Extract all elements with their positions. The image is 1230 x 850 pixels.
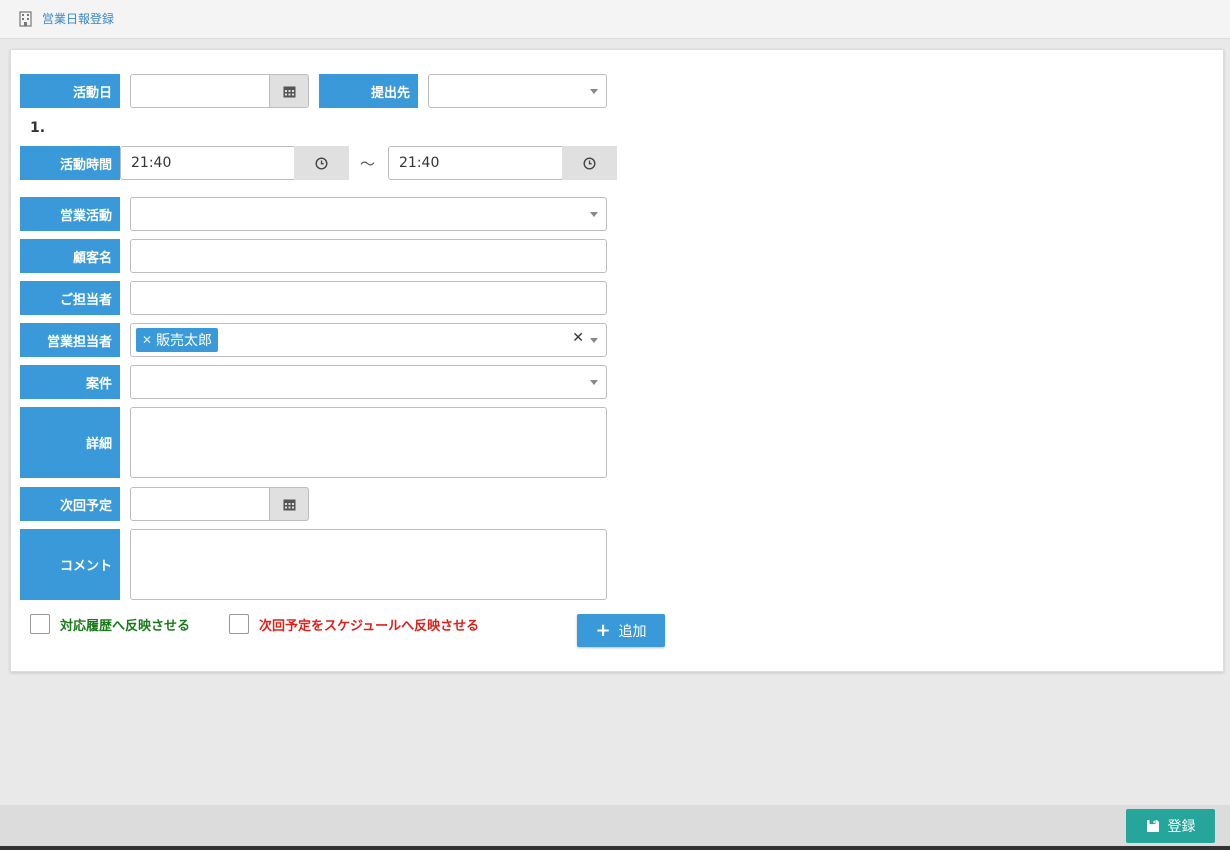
- top-bar: 営業日報登録: [0, 0, 1230, 39]
- reflect-history-label[interactable]: 対応履歴へ反映させる: [60, 615, 190, 634]
- sales-activity-label: 営業活動: [20, 197, 120, 231]
- floppy-disk-icon: [1146, 820, 1159, 832]
- save-button[interactable]: 登録: [1126, 809, 1215, 843]
- footer-bar: [0, 805, 1230, 846]
- calendar-icon: [283, 499, 295, 510]
- activity-date-label: 活動日: [20, 74, 120, 108]
- save-button-label: 登録: [1167, 819, 1196, 835]
- time-separator: ～: [360, 155, 376, 173]
- sales-rep-tag-label: 販売太郎: [156, 333, 213, 349]
- building-icon: [19, 11, 32, 27]
- details-label: 詳細: [20, 407, 120, 478]
- chevron-down-icon: [590, 338, 598, 343]
- submit-to-label: 提出先: [319, 74, 418, 108]
- plus-icon: +: [595, 619, 611, 641]
- reflect-schedule-checkbox[interactable]: [229, 614, 249, 634]
- next-plan-input[interactable]: [130, 487, 270, 521]
- page-title[interactable]: 営業日報登録: [42, 10, 114, 27]
- add-button[interactable]: + 追加: [577, 614, 665, 647]
- reflect-history-checkbox[interactable]: [30, 614, 50, 634]
- clock-icon: [315, 156, 328, 170]
- time-end-input[interactable]: [388, 146, 563, 180]
- time-start-input[interactable]: [120, 146, 295, 180]
- sales-rep-multiselect[interactable]: ✕ 販売太郎 ✕: [130, 323, 607, 357]
- entry-number: 1.: [30, 120, 46, 136]
- clock-icon: [583, 156, 596, 170]
- next-plan-label: 次回予定: [20, 487, 120, 521]
- calendar-icon: [283, 86, 295, 97]
- project-label: 案件: [20, 365, 120, 399]
- next-plan-calendar-button[interactable]: [269, 487, 309, 521]
- chevron-down-icon: [590, 212, 598, 217]
- sales-rep-tag: ✕ 販売太郎: [136, 328, 219, 352]
- add-button-label: 追加: [618, 623, 647, 640]
- contact-person-input[interactable]: [130, 281, 607, 315]
- sales-activity-select[interactable]: [130, 197, 607, 231]
- customer-name-input[interactable]: [130, 239, 607, 273]
- submit-to-select[interactable]: [428, 74, 607, 108]
- time-end-clock-button[interactable]: [562, 146, 617, 180]
- remove-tag-icon[interactable]: ✕: [142, 333, 152, 347]
- contact-person-label: ご担当者: [20, 281, 120, 315]
- comment-label: コメント: [20, 529, 120, 600]
- reflect-schedule-label[interactable]: 次回予定をスケジュールへ反映させる: [259, 615, 479, 634]
- project-select[interactable]: [130, 365, 607, 399]
- clear-icon[interactable]: ✕: [572, 330, 584, 346]
- bottom-edge: [0, 846, 1230, 850]
- activity-time-label: 活動時間: [20, 146, 120, 180]
- chevron-down-icon: [590, 380, 598, 385]
- activity-date-calendar-button[interactable]: [269, 74, 309, 108]
- time-start-clock-button[interactable]: [294, 146, 349, 180]
- comment-textarea[interactable]: [130, 529, 607, 600]
- customer-name-label: 顧客名: [20, 239, 120, 273]
- activity-date-input[interactable]: [130, 74, 270, 108]
- details-textarea[interactable]: [130, 407, 607, 478]
- sales-rep-label: 営業担当者: [20, 323, 120, 357]
- chevron-down-icon: [590, 89, 598, 94]
